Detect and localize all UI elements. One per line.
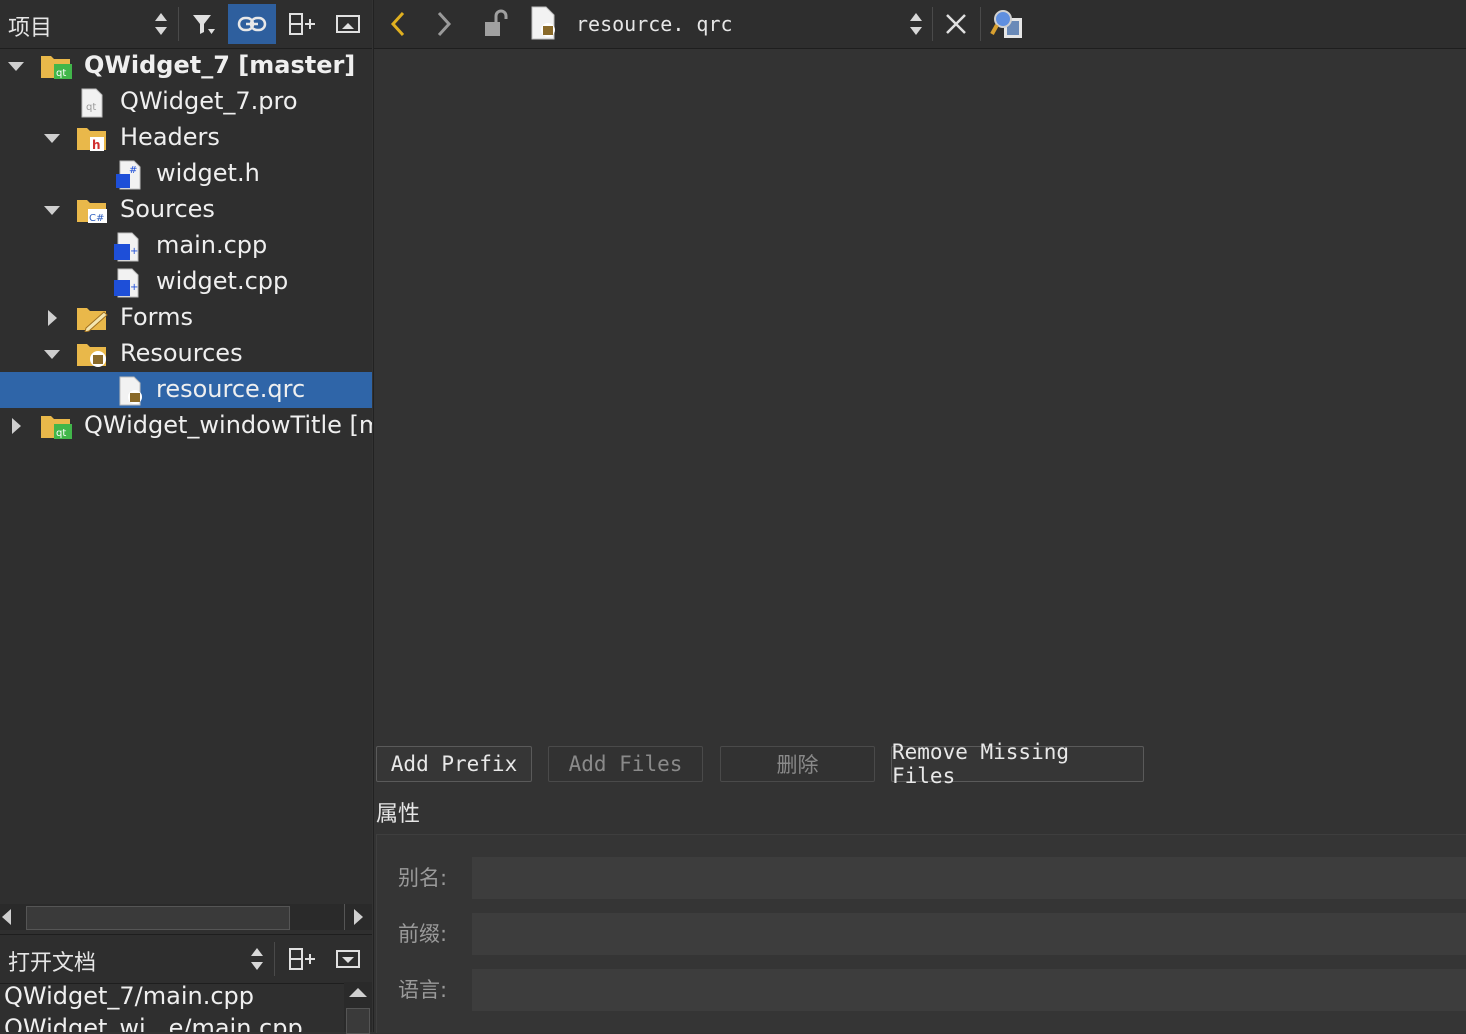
qrc-file-icon: [528, 6, 558, 44]
collapse-arrow-icon[interactable]: [44, 130, 60, 146]
svg-text:qt: qt: [56, 68, 66, 79]
svg-text:h: h: [92, 138, 101, 152]
language-label: 语言:: [398, 978, 448, 1002]
expand-arrow-icon[interactable]: [44, 310, 60, 326]
project-view-selector[interactable]: 项目: [8, 10, 52, 42]
alias-label: 别名:: [398, 866, 448, 890]
split-view-search-icon[interactable]: [990, 8, 1026, 44]
tree-item-sources[interactable]: C# Sources: [0, 192, 372, 228]
properties-title: 属性: [376, 802, 421, 827]
cpp-file-icon: +: [112, 232, 142, 262]
forward-arrow-icon[interactable]: [434, 10, 454, 42]
delete-button[interactable]: 删除: [720, 746, 875, 782]
close-icon[interactable]: [944, 12, 968, 40]
project-toolbar: 项目: [0, 0, 372, 49]
remove-missing-files-button[interactable]: Remove Missing Files: [891, 740, 1144, 788]
unlock-icon[interactable]: [482, 8, 510, 42]
collapse-arrow-icon[interactable]: [8, 58, 24, 74]
view-selector-spin-icon[interactable]: [154, 10, 168, 38]
pro-file-icon: qt: [78, 88, 108, 118]
open-docs-list: QWidget_7/main.cpp QWidget_wi...e/main.c…: [0, 982, 344, 1032]
open-file-selector[interactable]: resource. qrc: [576, 12, 733, 36]
tree-item-label: Headers: [120, 123, 220, 151]
scrollbar-thumb[interactable]: [346, 1008, 370, 1034]
minimize-panel-icon[interactable]: [326, 939, 370, 979]
collapse-arrow-icon[interactable]: [44, 202, 60, 218]
open-docs-toolbar: 打开文档: [0, 934, 372, 984]
tree-item-label: QWidget_windowTitle [m: [84, 411, 372, 439]
sources-folder-icon: C#: [76, 196, 107, 224]
svg-text:#: #: [129, 165, 137, 176]
prefix-input[interactable]: [472, 913, 1466, 955]
tree-item-label: Resources: [120, 339, 243, 367]
split-add-icon[interactable]: [280, 939, 324, 979]
editor-toolbar: resource. qrc: [374, 0, 1466, 49]
tree-item-widget-h[interactable]: # widget.h: [0, 156, 372, 192]
open-doc-item[interactable]: QWidget_7/main.cpp: [4, 982, 254, 1010]
split-add-icon[interactable]: [280, 4, 324, 44]
tree-item-widget-cpp[interactable]: + widget.cpp: [0, 264, 372, 300]
tree-item-label: QWidget_7.pro: [120, 87, 298, 115]
tree-item-label: resource.qrc: [156, 375, 306, 403]
header-file-icon: #: [114, 160, 144, 190]
scroll-left-icon[interactable]: [2, 909, 11, 925]
scrollbar-thumb[interactable]: [26, 906, 290, 930]
tree-item-project[interactable]: qt QWidget_7 [master]: [0, 48, 372, 84]
tree-item-resource-qrc[interactable]: resource.qrc: [0, 372, 372, 408]
collapse-arrow-icon[interactable]: [44, 346, 60, 362]
language-input[interactable]: [472, 969, 1466, 1011]
tree-item-project-2[interactable]: qt QWidget_windowTitle [m: [0, 408, 372, 444]
tree-item-label: QWidget_7 [master]: [84, 51, 356, 79]
svg-text:qt: qt: [56, 428, 66, 439]
filter-icon[interactable]: [182, 4, 226, 44]
scroll-right-icon[interactable]: [354, 909, 363, 925]
svg-text:+: +: [130, 246, 138, 257]
svg-text:qt: qt: [86, 102, 96, 113]
file-selector-spin-icon[interactable]: [909, 10, 923, 38]
tree-item-label: widget.h: [156, 159, 260, 187]
open-doc-item[interactable]: QWidget_wi...e/main.cpp: [4, 1014, 303, 1032]
tree-item-label: widget.cpp: [156, 267, 289, 295]
horizontal-scrollbar[interactable]: [0, 904, 372, 930]
tree-item-main-cpp[interactable]: + main.cpp: [0, 228, 372, 264]
resources-folder-icon: [76, 340, 106, 368]
tree-item-resources[interactable]: Resources: [0, 336, 372, 372]
add-files-button[interactable]: Add Files: [548, 746, 703, 782]
tree-item-headers[interactable]: h Headers: [0, 120, 372, 156]
tree-item-label: main.cpp: [156, 231, 268, 259]
vertical-scrollbar[interactable]: [344, 982, 372, 1034]
tree-item-forms[interactable]: Forms: [0, 300, 372, 336]
tree-item-pro-file[interactable]: qt QWidget_7.pro: [0, 84, 372, 120]
maximize-icon[interactable]: [326, 4, 370, 44]
expand-arrow-icon[interactable]: [8, 418, 24, 434]
svg-text:+: +: [130, 282, 138, 293]
prefix-label: 前缀:: [398, 922, 448, 946]
link-sync-icon[interactable]: [228, 4, 276, 44]
cpp-file-icon: +: [112, 268, 142, 298]
add-prefix-button[interactable]: Add Prefix: [376, 746, 532, 782]
back-arrow-icon[interactable]: [388, 10, 408, 42]
tree-item-label: Sources: [120, 195, 215, 223]
project-panel: 项目 qt QWidget_7 [master] qt QWidget_7.pr…: [0, 0, 372, 1034]
qt-project-folder-icon: qt: [40, 52, 72, 80]
open-docs-spin-icon[interactable]: [250, 945, 264, 973]
alias-input[interactable]: [472, 857, 1466, 899]
qt-project-folder-icon: qt: [40, 412, 72, 440]
open-docs-selector[interactable]: 打开文档: [8, 945, 96, 977]
forms-folder-icon: [76, 304, 108, 333]
scroll-up-icon[interactable]: [349, 988, 367, 997]
svg-text:C#: C#: [89, 213, 104, 224]
tree-item-label: Forms: [120, 303, 193, 331]
qrc-file-icon: [116, 376, 146, 406]
headers-folder-icon: h: [76, 124, 106, 152]
